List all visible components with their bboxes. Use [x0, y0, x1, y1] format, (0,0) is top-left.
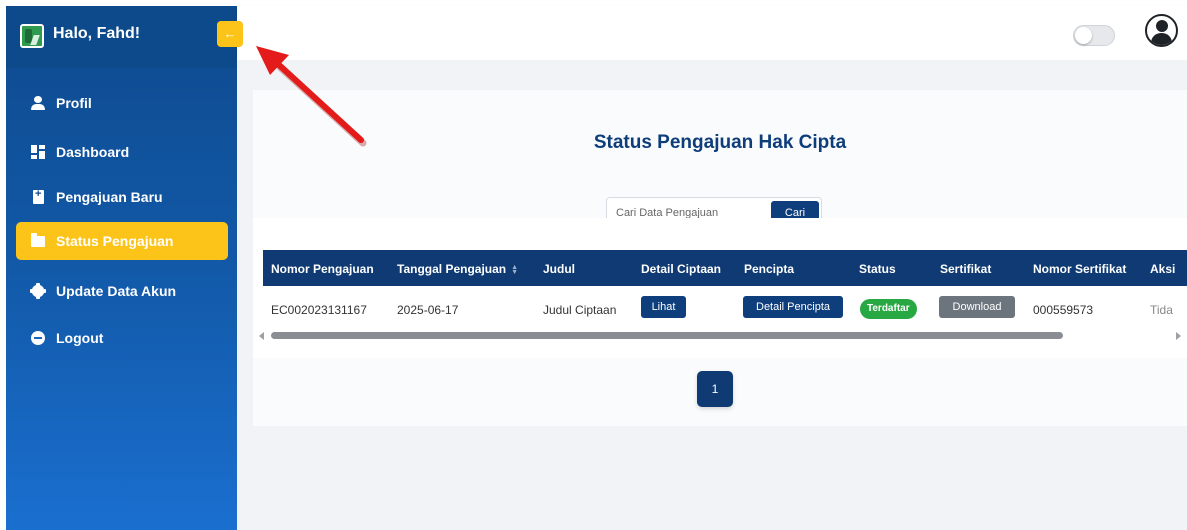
horizontal-scrollbar[interactable]	[259, 330, 1183, 341]
table-container: Nomor Pengajuan Tanggal Pengajuan ▲ ▼ Judu…	[253, 218, 1187, 358]
content-card: Status Pengajuan Hak Cipta Cari Nomor Pe…	[253, 90, 1187, 426]
header-status: Status	[859, 262, 896, 276]
status-badge: Terdaftar	[860, 299, 917, 319]
table-row: EC002023131167 2025-06-17 Judul Ciptaan …	[263, 286, 1187, 330]
sidebar: Halo, Fahd! Profil Dashboard Pengajuan B…	[6, 6, 237, 530]
sidebar-item-label: Dashboard	[56, 144, 130, 160]
header-judul: Judul	[543, 262, 575, 276]
header-pencipta: Pencipta	[744, 262, 795, 276]
sidebar-item-label: Logout	[56, 330, 104, 346]
header-aksi: Aksi	[1150, 262, 1176, 276]
theme-toggle[interactable]	[1073, 25, 1115, 46]
header-sertifikat: Sertifikat	[940, 262, 992, 276]
app-logo	[20, 24, 44, 48]
header-nomor-pengajuan: Nomor Pengajuan	[271, 262, 374, 276]
header-tanggal-label: Tanggal Pengajuan	[397, 262, 507, 276]
sidebar-item-update-data-akun[interactable]: Update Data Akun	[16, 272, 228, 310]
sidebar-item-label: Profil	[56, 95, 92, 111]
page-title: Status Pengajuan Hak Cipta	[593, 132, 847, 153]
sidebar-item-logout[interactable]: Logout	[16, 319, 228, 357]
header-nomor-sertifikat: Nomor Sertifikat	[1033, 262, 1127, 276]
cell-judul: Judul Ciptaan	[543, 303, 617, 317]
sidebar-item-label: Pengajuan Baru	[56, 189, 163, 205]
sidebar-item-label: Update Data Akun	[56, 283, 177, 299]
folder-icon	[31, 233, 45, 247]
sidebar-header: Halo, Fahd!	[6, 6, 237, 68]
dashboard-icon	[31, 145, 45, 159]
cell-nomor-pengajuan: EC002023131167	[271, 303, 367, 317]
download-button[interactable]: Download	[939, 296, 1015, 318]
sort-icon: ▲ ▼	[511, 263, 519, 276]
greeting: Halo, Fahd!	[53, 25, 141, 42]
cell-aksi: Tida	[1150, 303, 1173, 317]
gear-icon	[30, 283, 46, 299]
user-avatar-icon[interactable]	[1145, 14, 1178, 47]
sidebar-item-dashboard[interactable]: Dashboard	[16, 133, 228, 171]
main-content: Status Pengajuan Hak Cipta Cari Nomor Pe…	[237, 60, 1187, 530]
sidebar-item-profil[interactable]: Profil	[16, 84, 228, 122]
sidebar-item-pengajuan-baru[interactable]: Pengajuan Baru	[16, 178, 228, 216]
cell-nomor-sertifikat: 000559573	[1033, 303, 1094, 317]
sidebar-collapse-button[interactable]: ←	[217, 21, 243, 47]
scroll-right-arrow-icon[interactable]	[1176, 332, 1181, 340]
topbar	[237, 6, 1187, 60]
sidebar-item-status-pengajuan[interactable]: Status Pengajuan	[16, 222, 228, 260]
logout-icon	[31, 331, 45, 345]
scroll-left-arrow-icon[interactable]	[259, 332, 264, 340]
sidebar-item-label: Status Pengajuan	[56, 233, 174, 249]
scroll-thumb[interactable]	[271, 332, 1063, 339]
header-detail-ciptaan: Detail Ciptaan	[641, 262, 722, 276]
header-tanggal-pengajuan[interactable]: Tanggal Pengajuan ▲ ▼	[397, 262, 518, 276]
user-icon	[31, 96, 45, 110]
file-plus-icon	[33, 188, 44, 204]
cell-tanggal: 2025-06-17	[397, 303, 459, 317]
lihat-button[interactable]: Lihat	[641, 296, 686, 318]
pagination-page-button[interactable]: 1	[697, 371, 733, 407]
detail-pencipta-button[interactable]: Detail Pencipta	[743, 296, 843, 318]
table-header: Nomor Pengajuan Tanggal Pengajuan ▲ ▼ Judu…	[263, 250, 1187, 286]
